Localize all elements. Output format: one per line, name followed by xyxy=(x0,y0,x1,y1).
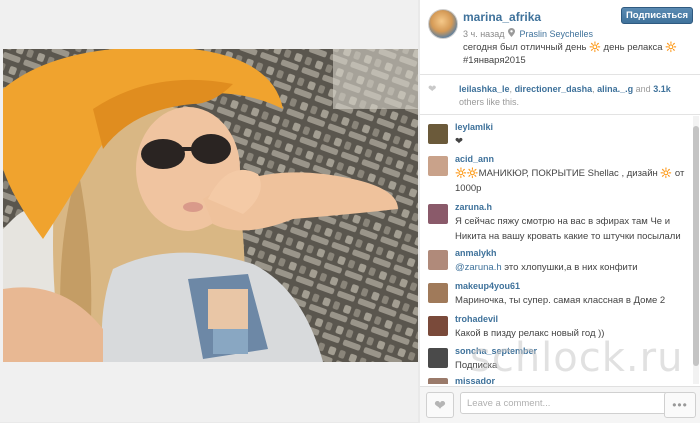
post-photo[interactable] xyxy=(3,49,418,362)
comment-text: 🔆🔆МАНИКЮР, ПОКРЫТИЕ Shellac , дизайн 🔆 о… xyxy=(455,168,685,194)
comment-username[interactable]: anmalykh xyxy=(455,248,497,258)
comment-text-body: это хлопушки,а в них конфити xyxy=(504,262,638,273)
comment-text: Какой в пизду релакс новый год )) xyxy=(455,328,605,339)
heart-icon: ❤ xyxy=(428,84,437,95)
post-meta: 3 ч. назад Praslin Seychelles xyxy=(463,28,593,39)
commenter-avatar[interactable] xyxy=(428,124,448,144)
post-location[interactable]: Praslin Seychelles xyxy=(519,29,593,39)
comment-username[interactable]: makeup4you61 xyxy=(455,281,520,291)
commenter-avatar[interactable] xyxy=(428,204,448,224)
likes-suffix: others like this. xyxy=(459,97,520,107)
comment-mention[interactable]: @zaruna.h xyxy=(455,262,502,273)
comments-scrollbar[interactable] xyxy=(693,116,699,384)
commenter-avatar[interactable] xyxy=(428,378,448,384)
more-options-button[interactable]: ••• xyxy=(664,392,696,418)
avatar[interactable] xyxy=(428,9,458,39)
likes-section: ❤ leilashka_le, directioner_dasha, alina… xyxy=(420,75,700,115)
comment-username[interactable]: trohadevil xyxy=(455,314,498,324)
photo-pane xyxy=(0,0,418,422)
commenter-avatar[interactable] xyxy=(428,348,448,368)
comment-text: Подписка xyxy=(455,360,498,371)
post-caption: сегодня был отличный день 🔆 день релакса… xyxy=(463,42,678,66)
liker-1[interactable]: leilashka_le xyxy=(459,84,510,94)
comment-text: ❤ xyxy=(455,136,463,147)
post-sidebar: marina_afrika Подписаться 3 ч. назад Pra… xyxy=(420,0,700,423)
follow-button[interactable]: Подписаться xyxy=(621,7,693,24)
commenter-avatar[interactable] xyxy=(428,316,448,336)
comment-username[interactable]: missador xyxy=(455,376,495,384)
heart-icon: ❤ xyxy=(434,396,446,413)
likes-count[interactable]: 3.1k xyxy=(653,84,671,94)
comment-text: Мариночка, ты супер. самая классная в До… xyxy=(455,295,666,306)
comments-list[interactable]: leylamlki ❤ acid_ann 🔆🔆МАНИКЮР, ПОКРЫТИЕ… xyxy=(420,116,692,384)
comment-username[interactable]: zaruna.h xyxy=(455,202,492,212)
comment-footer: ❤ ••• xyxy=(420,386,700,423)
post-username[interactable]: marina_afrika xyxy=(463,10,541,24)
like-button[interactable]: ❤ xyxy=(426,392,454,418)
comment-text: Я сейчас пяжу смотрю на вас в эфирах там… xyxy=(455,216,681,242)
post-time: 3 ч. назад xyxy=(463,28,505,39)
liker-2[interactable]: directioner_dasha xyxy=(515,84,593,94)
post-header: marina_afrika Подписаться 3 ч. назад Pra… xyxy=(420,0,700,75)
comment-username[interactable]: leylamlki xyxy=(455,122,493,132)
scrollbar-thumb[interactable] xyxy=(693,126,699,366)
likes-and: and xyxy=(635,84,651,94)
likes-text: leilashka_le, directioner_dasha, alina._… xyxy=(459,84,671,107)
commenter-avatar[interactable] xyxy=(428,283,448,303)
comment-username[interactable]: acid_ann xyxy=(455,154,494,164)
comment-text: @zaruna.h это хлопушки,а в них конфити xyxy=(455,260,690,275)
liker-3[interactable]: alina._.g xyxy=(597,84,633,94)
commenter-avatar[interactable] xyxy=(428,156,448,176)
comment-username[interactable]: soncha_september xyxy=(455,346,537,356)
location-pin-icon xyxy=(508,28,516,39)
comment-input[interactable] xyxy=(460,392,668,414)
commenter-avatar[interactable] xyxy=(428,250,448,270)
photo-illustration xyxy=(3,49,418,362)
